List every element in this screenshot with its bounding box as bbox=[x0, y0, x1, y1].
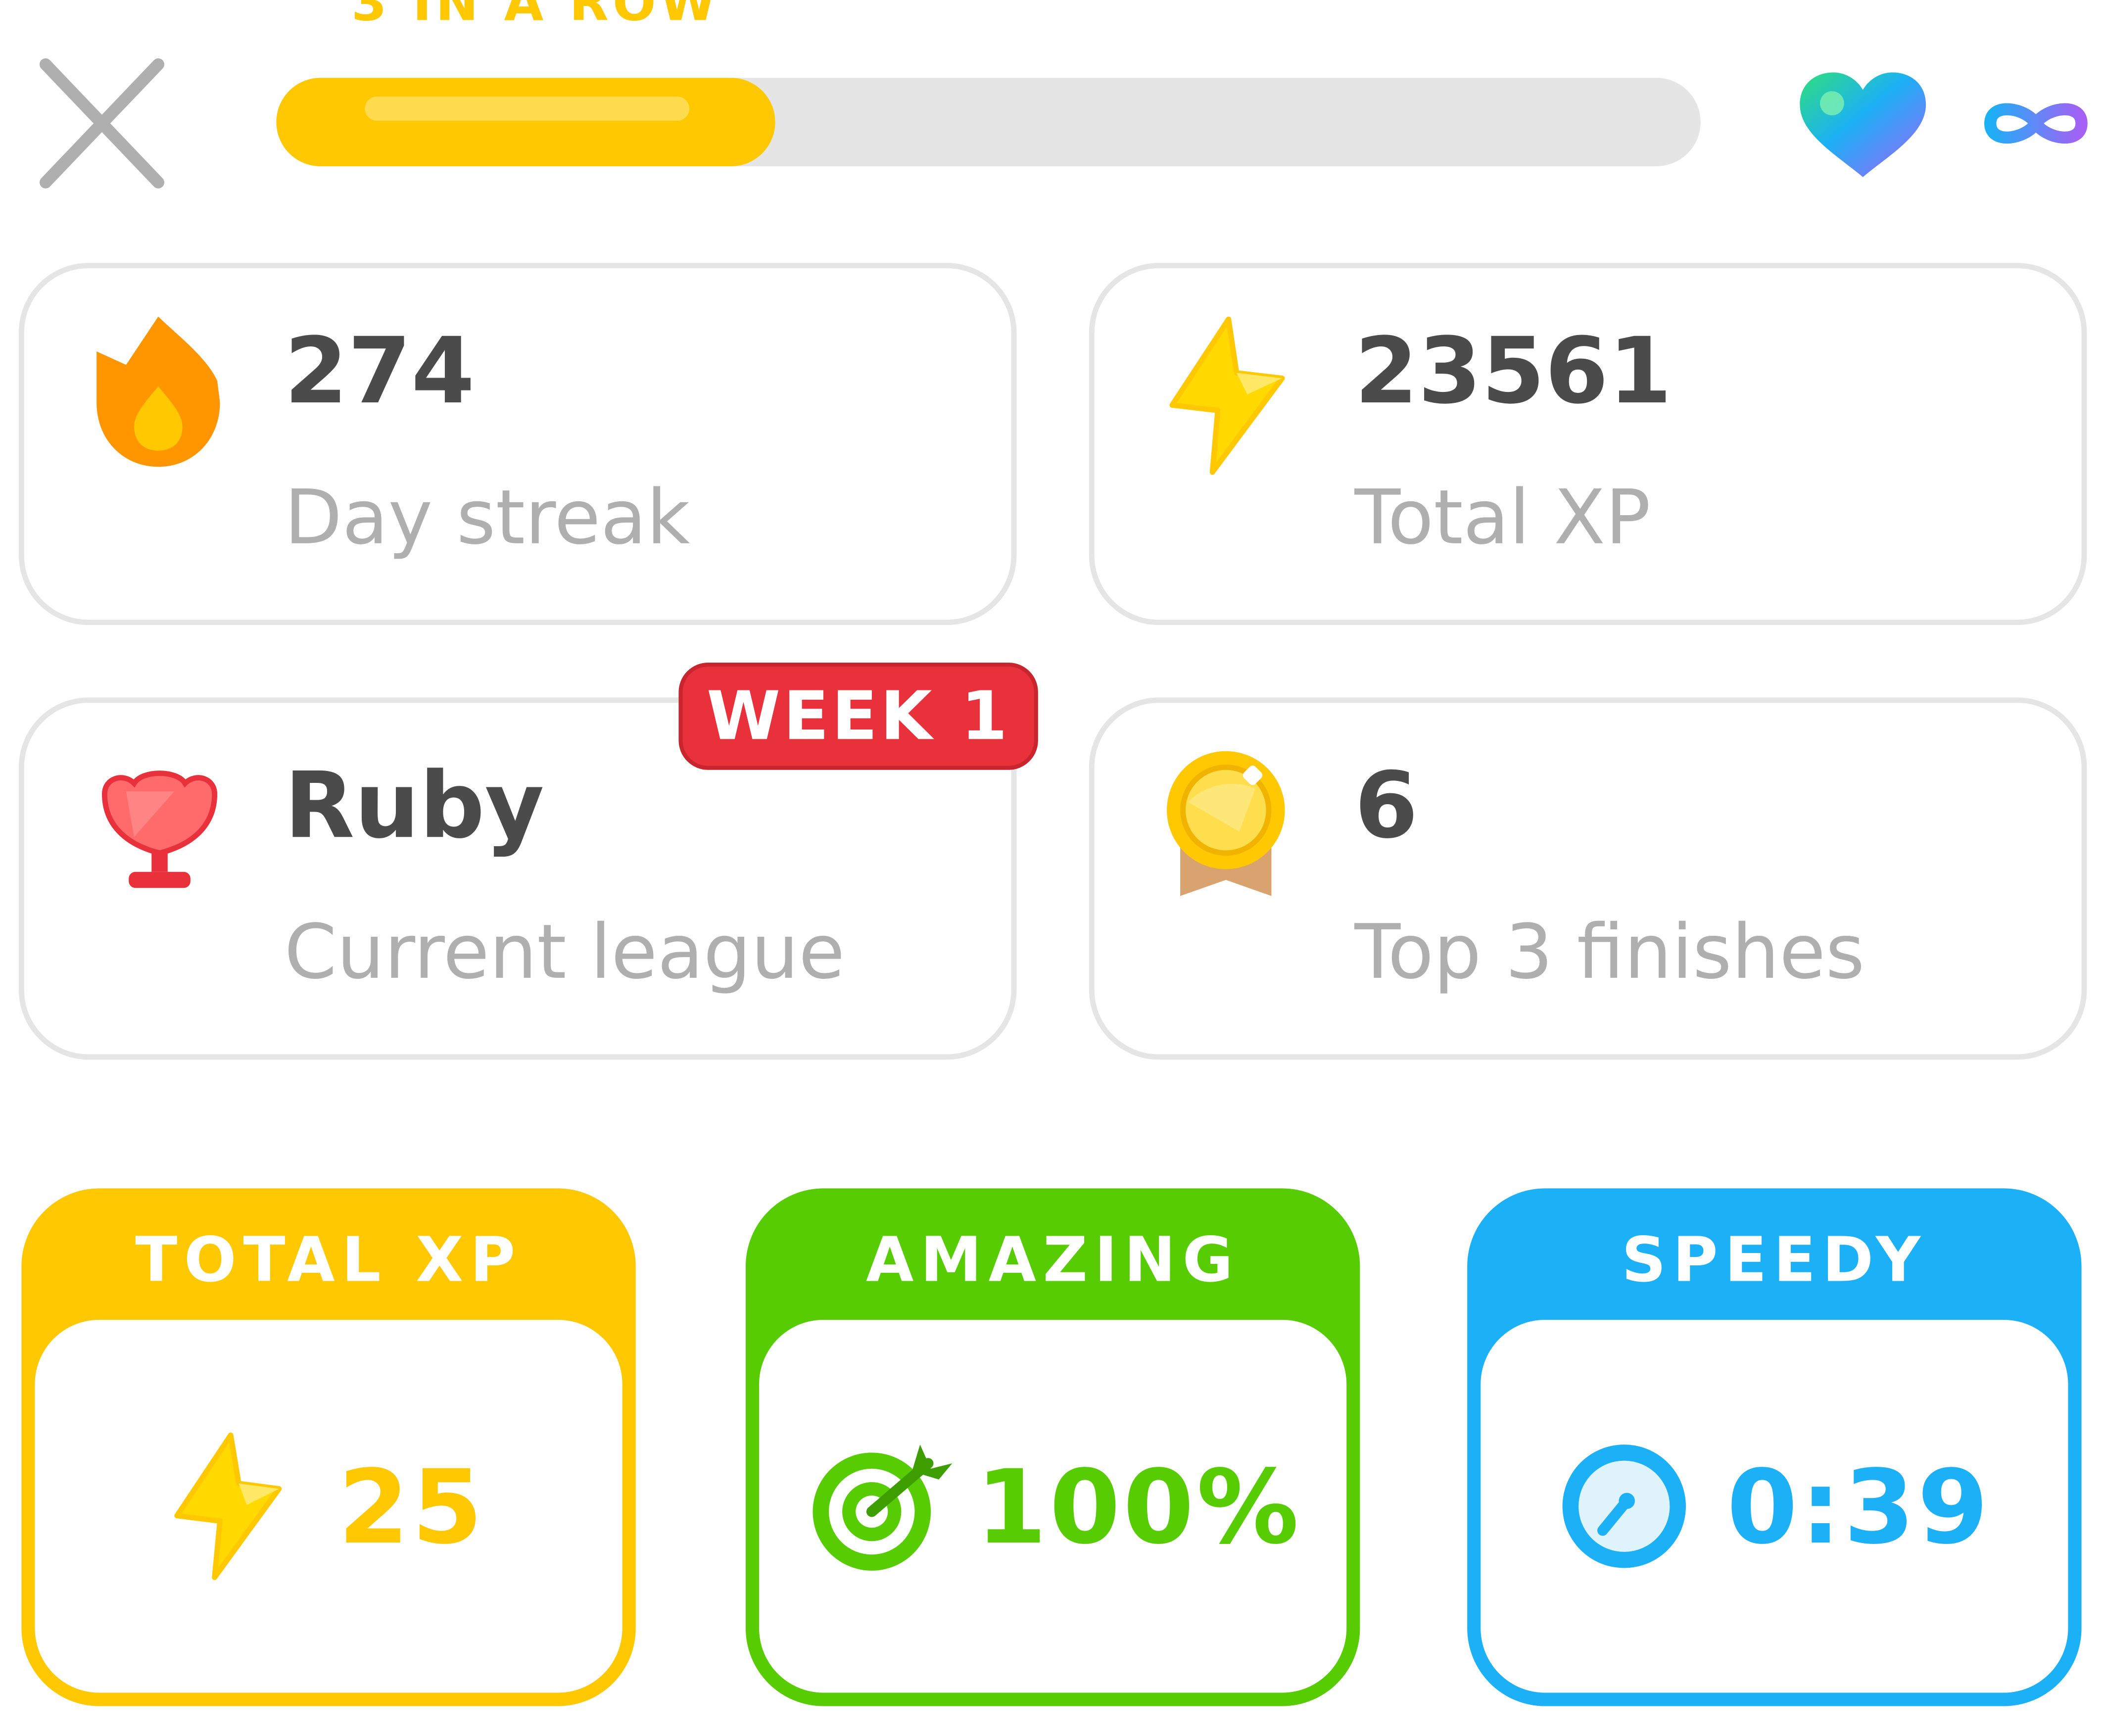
total-xp-value: 23561 bbox=[1354, 319, 1672, 426]
target-icon bbox=[812, 1445, 952, 1571]
league-label: Current league bbox=[284, 909, 845, 997]
lesson-progress-bar bbox=[276, 78, 1701, 167]
lightning-icon bbox=[1169, 316, 1285, 475]
infinity-icon bbox=[1984, 103, 2088, 144]
close-icon bbox=[39, 58, 165, 189]
result-value-total-xp: 25 bbox=[338, 1447, 485, 1566]
close-button[interactable] bbox=[38, 56, 166, 191]
week-badge: WEEK 1 bbox=[678, 662, 1038, 770]
result-content-time: 0:39 bbox=[1481, 1320, 2068, 1692]
top-finishes-value: 6 bbox=[1354, 754, 1418, 860]
stat-card-top-finishes: 6 Top 3 finishes bbox=[1089, 697, 2087, 1060]
result-card-accuracy: AMAZING 100% bbox=[745, 1188, 1360, 1706]
result-card-time: SPEEDY 0:39 bbox=[1467, 1188, 2082, 1706]
result-title-accuracy: AMAZING bbox=[865, 1223, 1240, 1296]
result-value-time: 0:39 bbox=[1726, 1447, 1991, 1566]
lesson-progress-fill bbox=[276, 78, 775, 167]
result-body-time: 0:39 bbox=[1481, 1320, 2068, 1693]
heart-icon bbox=[1800, 72, 1926, 177]
lightning-icon bbox=[174, 1432, 282, 1580]
result-body-accuracy: 100% bbox=[759, 1320, 1347, 1693]
stopwatch-icon bbox=[1563, 1445, 1687, 1568]
flame-icon bbox=[96, 316, 220, 467]
streak-label: Day streak bbox=[284, 475, 690, 562]
combo-label: 3 IN A ROW bbox=[351, 0, 720, 33]
league-value: Ruby bbox=[284, 754, 544, 860]
result-content-total-xp: 25 bbox=[35, 1320, 622, 1692]
streak-value: 274 bbox=[284, 319, 475, 426]
stat-card-streak: 274 Day streak bbox=[18, 263, 1017, 626]
result-body-total-xp: 25 bbox=[35, 1320, 622, 1693]
top-finishes-label: Top 3 finishes bbox=[1354, 909, 1865, 997]
lesson-complete-screen: 3 IN A ROW 274 Day streak 23561 Total XP… bbox=[0, 0, 2103, 1731]
ruby-trophy-icon bbox=[101, 771, 218, 888]
result-title-time: SPEEDY bbox=[1622, 1223, 1927, 1296]
total-xp-label: Total XP bbox=[1354, 475, 1651, 562]
result-value-accuracy: 100% bbox=[976, 1447, 1302, 1566]
progress-highlight bbox=[365, 96, 689, 121]
medal-icon bbox=[1167, 751, 1285, 896]
result-title-total-xp: TOTAL XP bbox=[135, 1223, 522, 1296]
result-content-accuracy: 100% bbox=[759, 1320, 1346, 1692]
result-card-total-xp: TOTAL XP 25 bbox=[21, 1188, 636, 1706]
stat-card-total-xp: 23561 Total XP bbox=[1089, 263, 2087, 626]
